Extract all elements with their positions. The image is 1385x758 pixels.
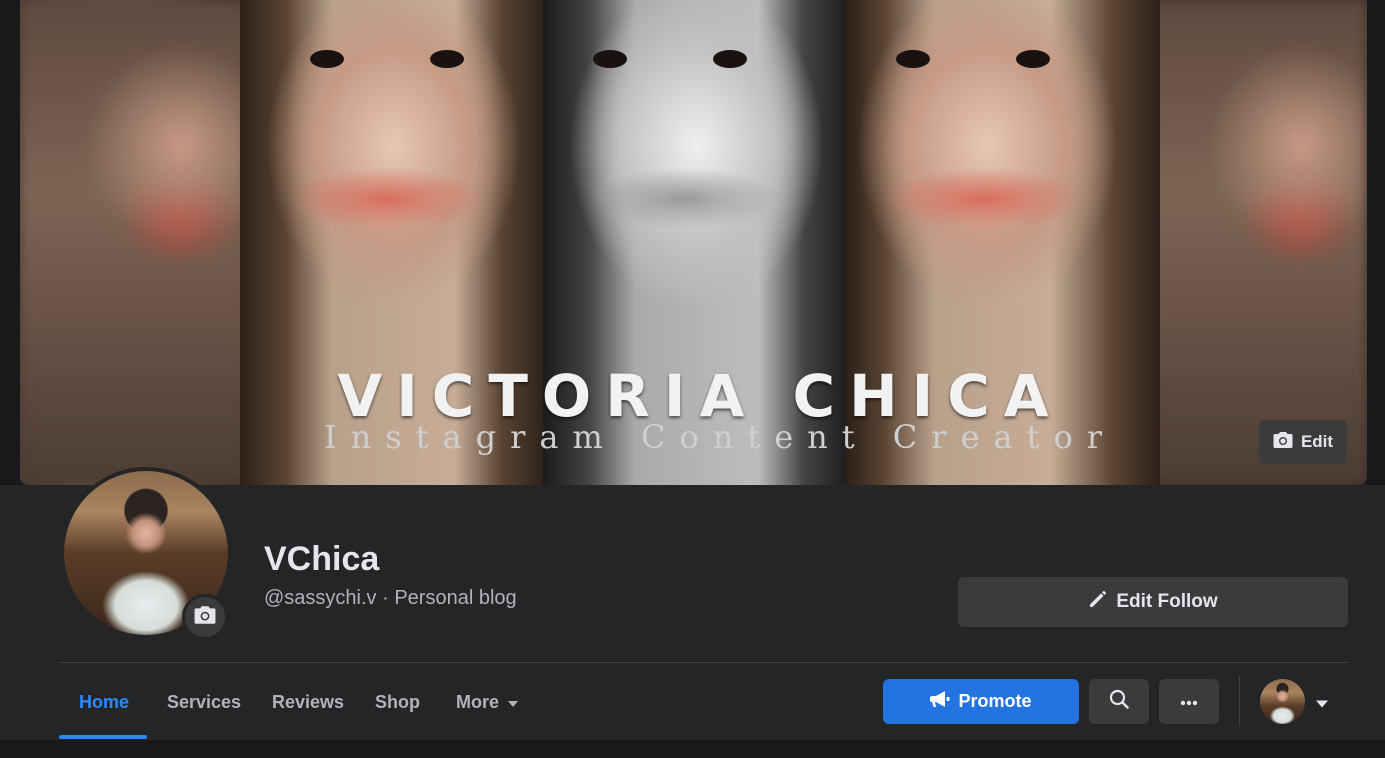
cover-subtitle-text: Instagram Content Creator xyxy=(324,418,1116,456)
edit-follow-button[interactable]: Edit Follow xyxy=(958,577,1348,627)
header-divider xyxy=(59,662,1348,663)
page-header: VICTORIA CHICA Instagram Content Creator… xyxy=(0,0,1385,758)
tab-label: Services xyxy=(167,691,242,712)
cover-collage: VICTORIA CHICA Instagram Content Creator xyxy=(240,0,1160,485)
tab-more[interactable]: More xyxy=(456,680,519,724)
camera-icon xyxy=(1273,431,1293,454)
tab-label: Shop xyxy=(375,691,420,712)
cover-blur-right xyxy=(1147,0,1367,485)
page-title: VChica xyxy=(264,540,380,578)
eye-shape xyxy=(896,50,930,68)
eye-shape xyxy=(593,50,627,68)
voice-switcher-avatar[interactable] xyxy=(1260,679,1305,724)
tab-reviews[interactable]: Reviews xyxy=(272,680,344,724)
tab-services[interactable]: Services xyxy=(167,680,241,724)
promote-label: Promote xyxy=(958,691,1032,711)
content-area-edge xyxy=(0,740,1385,758)
eye-shape xyxy=(310,50,344,68)
active-tab-indicator xyxy=(59,735,147,739)
more-options-button[interactable] xyxy=(1159,679,1219,724)
eye-shape xyxy=(430,50,464,68)
update-profile-picture-button[interactable] xyxy=(182,594,228,640)
megaphone-icon xyxy=(930,690,950,713)
tab-label: Reviews xyxy=(272,691,345,712)
camera-icon xyxy=(194,605,216,630)
cover-photo[interactable]: VICTORIA CHICA Instagram Content Creator… xyxy=(20,0,1367,485)
pencil-icon xyxy=(1088,589,1108,615)
edit-cover-label: Edit xyxy=(1300,432,1334,451)
edit-cover-button[interactable]: Edit xyxy=(1259,420,1347,464)
tab-label: Home xyxy=(79,691,130,712)
promote-button[interactable]: Promote xyxy=(883,679,1079,724)
caret-down-icon xyxy=(507,692,519,713)
cover-blur-left xyxy=(20,0,250,485)
tab-home[interactable]: Home xyxy=(79,680,129,724)
actions-separator xyxy=(1239,676,1240,726)
eye-shape xyxy=(1016,50,1050,68)
tab-label: More xyxy=(456,691,500,712)
page-handle-category: @sassychi.v · Personal blog xyxy=(264,587,517,609)
search-icon xyxy=(1109,689,1129,714)
ellipsis-icon xyxy=(1180,693,1198,711)
eye-shape xyxy=(713,50,747,68)
tab-shop[interactable]: Shop xyxy=(375,680,420,724)
search-button[interactable] xyxy=(1089,679,1149,724)
caret-down-icon[interactable] xyxy=(1315,696,1329,714)
edit-follow-label: Edit Follow xyxy=(1116,591,1218,612)
